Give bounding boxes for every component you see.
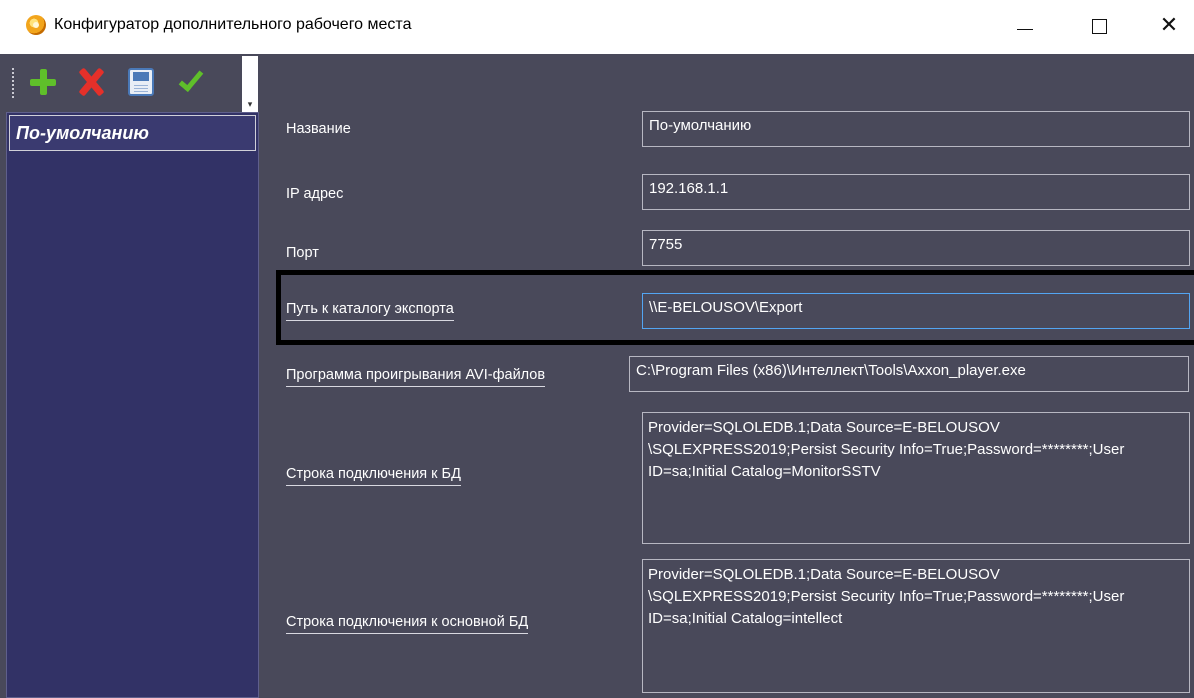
delete-button[interactable] xyxy=(72,62,110,102)
list-item[interactable]: По-умолчанию xyxy=(9,115,256,151)
avi-player-link[interactable]: Программа проигрывания AVI-файлов xyxy=(286,367,546,387)
main-db-connection-field[interactable]: Provider=SQLOLEDB.1;Data Source=E-BELOUS… xyxy=(642,559,1190,693)
highlight-frame xyxy=(276,270,1194,345)
toolbar: ▾ xyxy=(6,56,260,112)
close-icon: ✕ xyxy=(1159,13,1179,38)
minimize-button[interactable] xyxy=(1002,8,1048,44)
chevron-down-icon: ▾ xyxy=(247,99,253,109)
list-item-label: По-умолчанию xyxy=(16,123,149,143)
port-field[interactable]: 7755 xyxy=(642,230,1190,266)
close-button[interactable]: ✕ xyxy=(1146,8,1192,44)
port-label: Порт xyxy=(286,245,319,261)
ip-field[interactable]: 192.168.1.1 xyxy=(642,174,1190,210)
title-bar: Конфигуратор дополнительного рабочего ме… xyxy=(0,0,1194,54)
toolbar-overflow-button[interactable]: ▾ xyxy=(242,56,258,112)
minimize-icon xyxy=(1017,28,1033,30)
apply-button[interactable] xyxy=(172,62,210,102)
avi-player-field[interactable]: C:\Program Files (x86)\Интеллект\Tools\A… xyxy=(629,356,1189,392)
app-gear-icon xyxy=(26,15,46,35)
db-connection-field[interactable]: Provider=SQLOLEDB.1;Data Source=E-BELOUS… xyxy=(642,412,1190,544)
name-field[interactable]: По-умолчанию xyxy=(642,111,1190,147)
main-db-connection-link[interactable]: Строка подключения к основной БД xyxy=(286,614,529,634)
plus-icon xyxy=(30,69,56,95)
window-title: Конфигуратор дополнительного рабочего ме… xyxy=(54,16,412,33)
red-x-icon xyxy=(77,68,105,96)
maximize-button[interactable] xyxy=(1076,8,1122,44)
add-button[interactable] xyxy=(24,62,62,102)
db-connection-link[interactable]: Строка подключения к БД xyxy=(286,466,461,486)
floppy-disk-icon xyxy=(128,68,154,96)
save-button[interactable] xyxy=(122,62,160,102)
toolbar-grip[interactable] xyxy=(12,68,14,98)
checkmark-icon xyxy=(178,65,204,93)
maximize-icon xyxy=(1091,18,1107,34)
main-area: ▾ По-умолчанию Название По-умолчанию IP … xyxy=(0,54,1194,698)
ip-label: IP адрес xyxy=(286,186,344,202)
config-list: По-умолчанию xyxy=(6,112,259,698)
name-label: Название xyxy=(286,121,351,137)
